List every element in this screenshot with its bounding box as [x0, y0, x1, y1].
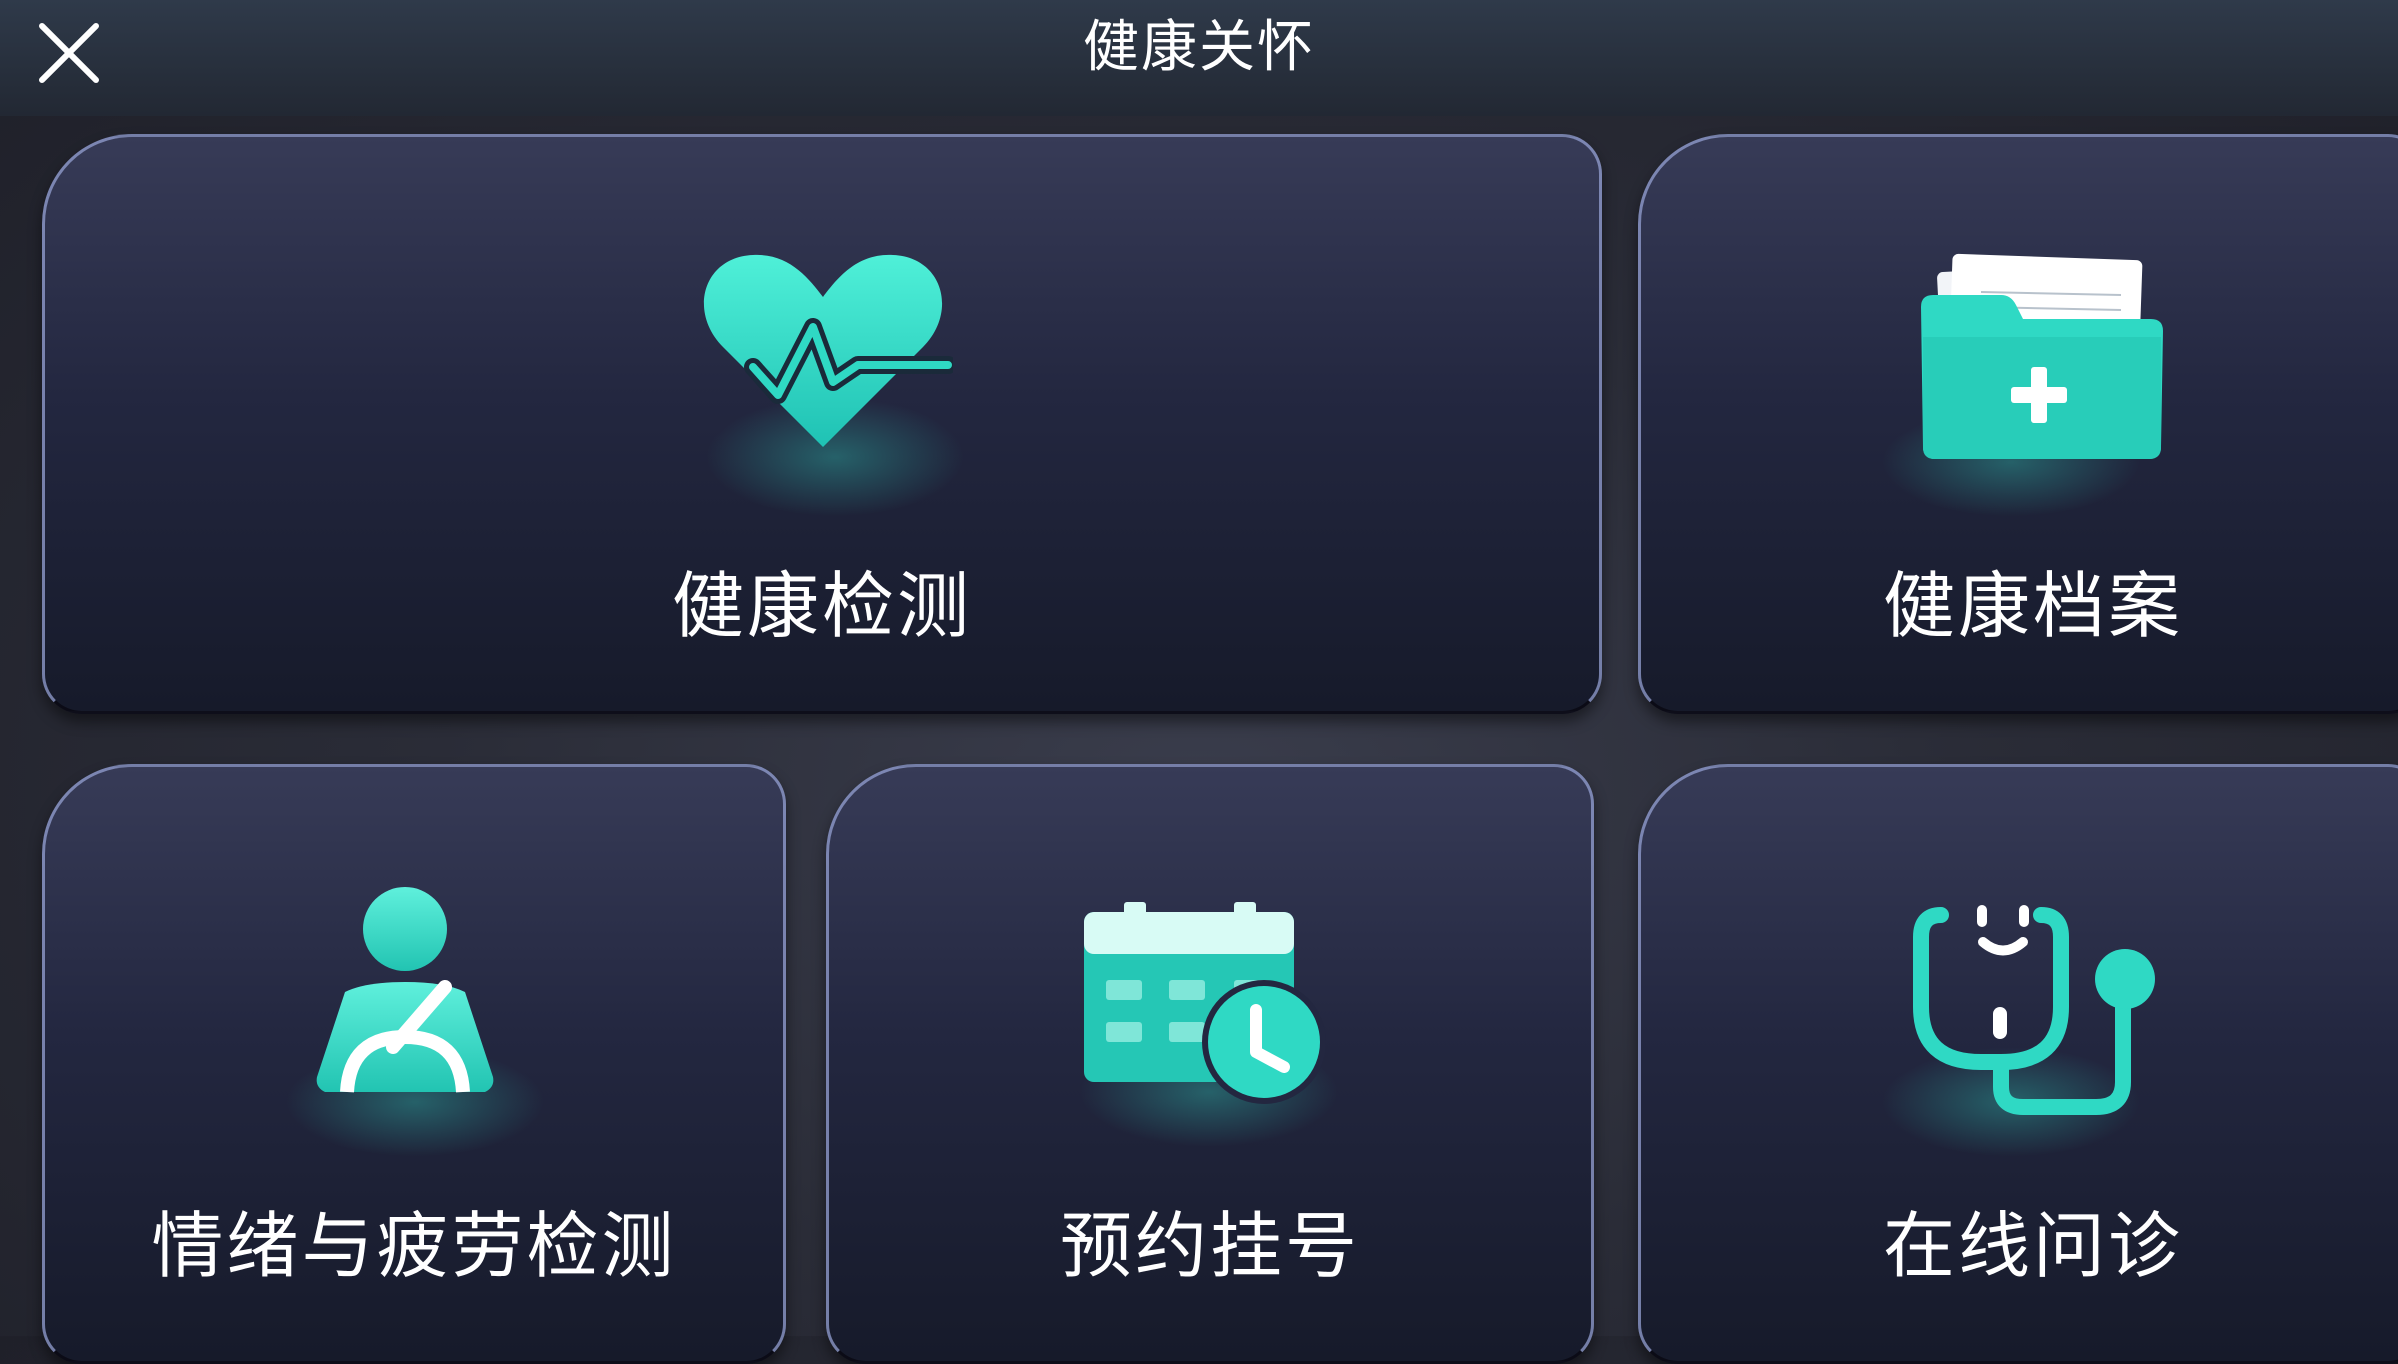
- calendar-clock-icon: [1084, 902, 1326, 1104]
- health-records-card[interactable]: 健康档案: [1638, 134, 2398, 714]
- health-check-label: 健康检测: [671, 564, 972, 648]
- stethoscope-icon: [1913, 905, 2155, 1115]
- online-consult-label: 在线问诊: [1882, 1204, 2183, 1288]
- health-records-label: 健康档案: [1882, 564, 2183, 648]
- appointment-card[interactable]: 预约挂号: [826, 764, 1594, 1364]
- emotion-fatigue-card[interactable]: 情绪与疲劳检测: [42, 764, 786, 1364]
- person-seatbelt-icon: [316, 887, 494, 1093]
- page-title: 健康关怀: [1083, 15, 1315, 80]
- emotion-fatigue-label: 情绪与疲劳检测: [151, 1204, 677, 1288]
- online-consult-card[interactable]: 在线问诊: [1638, 764, 2398, 1364]
- heartbeat-icon: [703, 254, 953, 447]
- medical-folder-icon: [1921, 253, 2163, 459]
- appointment-label: 预约挂号: [1059, 1204, 1360, 1288]
- health-check-card[interactable]: 健康检测: [42, 134, 1602, 714]
